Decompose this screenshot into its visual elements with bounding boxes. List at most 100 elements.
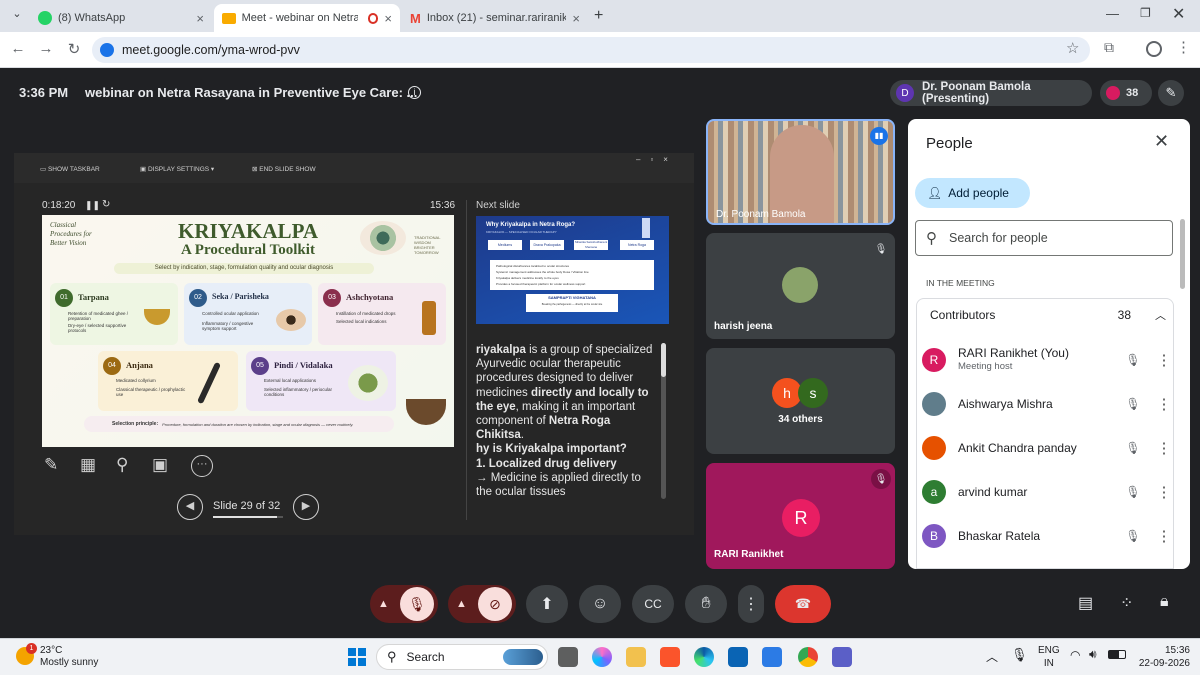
close-panel-icon[interactable]: ✕: [1154, 131, 1169, 152]
show-hidden-icons[interactable]: ︿: [986, 648, 998, 665]
extensions-icon[interactable]: ⧉: [1104, 39, 1114, 56]
restore-icon[interactable]: ❐: [1140, 6, 1151, 20]
mic-off-icon[interactable]: 🎙︎: [1124, 353, 1142, 367]
show-taskbar-button[interactable]: ▭ SHOW TASKBAR: [40, 165, 100, 173]
pause-icon[interactable]: ❚❚: [85, 200, 100, 211]
more-options-icon[interactable]: ⋮: [1152, 351, 1176, 369]
language-indicator[interactable]: ENG IN: [1038, 644, 1060, 670]
more-options-icon[interactable]: ⋮: [1152, 395, 1176, 413]
close-tab-icon[interactable]: ×: [384, 11, 392, 26]
add-people-button[interactable]: 👤︎ Add people: [915, 178, 1030, 208]
forward-icon[interactable]: →: [36, 40, 56, 57]
zoom-icon[interactable]: ⚲: [116, 455, 128, 475]
end-slideshow-button[interactable]: ⊠ END SLIDE SHOW: [252, 165, 316, 173]
contributors-header[interactable]: Contributors 38 ︿: [930, 307, 1166, 323]
tab-list-button[interactable]: ⌄: [8, 7, 26, 25]
copilot-icon[interactable]: [592, 647, 612, 667]
task-view-icon[interactable]: [558, 647, 578, 667]
captions-button[interactable]: CC: [632, 585, 674, 623]
volume-icon[interactable]: 🔊︎: [1089, 647, 1097, 662]
notes-scrollbar[interactable]: [661, 343, 666, 499]
site-info-icon[interactable]: [100, 43, 114, 57]
participant-row[interactable]: B Bhaskar Ratela 🎙︎ ⋮: [922, 517, 1176, 555]
close-window-icon[interactable]: ✕: [1172, 4, 1185, 24]
battery-icon[interactable]: [1108, 650, 1126, 659]
back-icon[interactable]: ←: [8, 40, 28, 57]
presenter-chip[interactable]: D Dr. Poonam Bamola (Presenting): [890, 80, 1092, 106]
edge-icon[interactable]: [694, 647, 714, 667]
close-tab-icon[interactable]: ×: [572, 11, 580, 26]
participant-row[interactable]: a arvind kumar 🎙︎ ⋮: [922, 473, 1176, 511]
more-options-icon[interactable]: ⋮: [1152, 527, 1176, 545]
camera-control[interactable]: ▲ ⊘: [448, 585, 516, 623]
more-options-icon[interactable]: ···: [191, 455, 213, 477]
tile-rari[interactable]: 🎙︎ R RARI Ranikhet: [706, 463, 895, 569]
clock[interactable]: 15:36 22-09-2026: [1130, 644, 1190, 670]
close-tab-icon[interactable]: ×: [196, 11, 204, 26]
participant-row[interactable]: Aishwarya Mishra 🎙︎ ⋮: [922, 385, 1176, 423]
reactions-button[interactable]: ☺: [579, 585, 621, 623]
see-all-slides-icon[interactable]: ▦: [80, 455, 96, 475]
present-button[interactable]: ⬆︎: [526, 585, 568, 623]
tile-others[interactable]: h s 34 others: [706, 348, 895, 454]
more-options-icon[interactable]: ⋮: [1152, 439, 1176, 457]
minimize-icon[interactable]: —: [1106, 6, 1119, 21]
store-icon[interactable]: [762, 647, 782, 667]
previous-slide-button[interactable]: ◀: [177, 494, 203, 520]
tile-harish[interactable]: 🎙︎ harish jeena: [706, 233, 895, 339]
participants-chip[interactable]: 38: [1100, 80, 1152, 106]
start-button[interactable]: [348, 648, 366, 666]
leave-call-button[interactable]: ☎: [775, 585, 831, 623]
brave-icon[interactable]: [660, 647, 680, 667]
wifi-icon[interactable]: ◠: [1070, 648, 1080, 662]
more-options-icon[interactable]: ⋮: [1152, 483, 1176, 501]
display-settings-button[interactable]: ▣ DISPLAY SETTINGS ▾: [140, 165, 214, 173]
people-scrollbar[interactable]: [1180, 219, 1185, 289]
chrome-icon[interactable]: [798, 647, 818, 667]
tab-whatsapp[interactable]: (8) WhatsApp ×: [30, 4, 212, 32]
bookmark-star-icon[interactable]: ☆: [1066, 39, 1079, 57]
activities-icon[interactable]: ⁘: [1120, 593, 1133, 613]
participant-row[interactable]: R RARI Ranikhet (You) Meeting host 🎙︎ ⋮: [922, 341, 1176, 379]
next-slide-button[interactable]: ▶: [293, 494, 319, 520]
microphone-tray-icon[interactable]: 🎙︎: [1011, 647, 1028, 663]
notes-scroll-thumb[interactable]: [661, 343, 666, 377]
file-explorer-icon[interactable]: [626, 647, 646, 667]
browser-menu-icon[interactable]: ⋮: [1176, 38, 1191, 56]
host-controls-icon[interactable]: 🔒︎: [1160, 593, 1169, 611]
teams-icon[interactable]: [832, 647, 852, 667]
camera-off-button[interactable]: ⊘: [478, 587, 512, 621]
mic-off-icon[interactable]: 🎙︎: [1124, 397, 1142, 411]
mic-off-icon[interactable]: 🎙︎: [1124, 485, 1142, 499]
mic-off-icon[interactable]: 🎙︎: [1124, 441, 1142, 455]
profile-avatar[interactable]: [1146, 41, 1162, 57]
search-people-field[interactable]: ⚲ Search for people: [915, 220, 1173, 256]
new-tab-button[interactable]: +: [594, 7, 603, 25]
slideshow-window-controls[interactable]: –▫×: [636, 155, 678, 164]
mic-off-button[interactable]: 🎙︎: [400, 587, 434, 621]
tab-gmail[interactable]: M Inbox (21) - seminar.rariranikhet ×: [402, 4, 588, 32]
chat-icon[interactable]: ▤: [1078, 593, 1093, 613]
tab-meet[interactable]: Meet - webinar on Netra Ra ×: [214, 4, 400, 32]
outlook-icon[interactable]: [728, 647, 748, 667]
tile-presenter[interactable]: ▮▮ Dr. Poonam Bamola: [706, 119, 895, 225]
collapse-chevron-icon[interactable]: ︿: [1155, 307, 1166, 323]
mic-options-chevron-icon[interactable]: ▲: [378, 598, 389, 610]
url-bar[interactable]: meet.google.com/yma-wrod-pvv: [92, 37, 1090, 63]
meeting-info-icon[interactable]: i: [408, 86, 421, 99]
mic-control[interactable]: ▲ 🎙︎: [370, 585, 438, 623]
mic-off-icon[interactable]: 🎙︎: [1124, 529, 1142, 543]
camera-options-chevron-icon[interactable]: ▲: [456, 598, 467, 610]
more-actions-button[interactable]: ⋮: [738, 585, 764, 623]
black-screen-icon[interactable]: ▣: [152, 455, 168, 475]
pane-divider[interactable]: [466, 200, 467, 520]
taskbar-search[interactable]: ⚲ Search: [376, 644, 548, 670]
reset-timer-icon[interactable]: ↻: [102, 199, 110, 210]
edit-meeting-icon[interactable]: ✎: [1158, 80, 1184, 106]
speaker-notes[interactable]: riyakalpa is a group of specialized Ayur…: [476, 343, 658, 499]
weather-widget[interactable]: 1 23°C Mostly sunny: [14, 643, 124, 671]
raise-hand-button[interactable]: ✋︎: [685, 585, 727, 623]
reload-icon[interactable]: ↻: [64, 40, 84, 58]
participant-row[interactable]: Ankit Chandra panday 🎙︎ ⋮: [922, 429, 1176, 467]
pen-tool-icon[interactable]: ✎: [44, 455, 58, 475]
